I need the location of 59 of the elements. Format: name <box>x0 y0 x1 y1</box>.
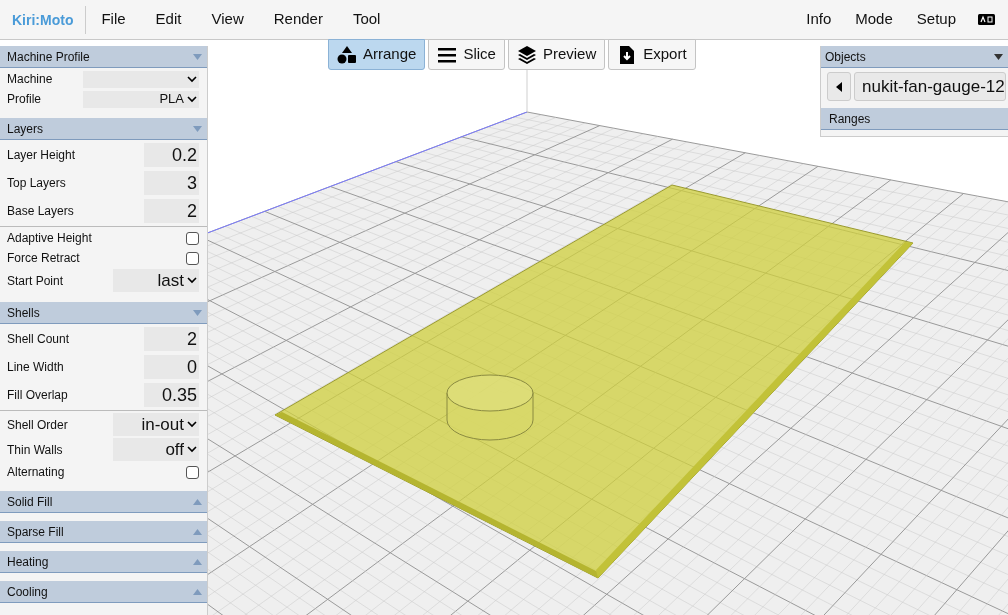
number-field[interactable]: 2 <box>144 327 199 351</box>
chevron-down-icon <box>187 421 197 428</box>
field-label: Thin Walls <box>7 441 63 459</box>
object-item[interactable]: nukit-fan-gauge-12 <box>854 72 1006 101</box>
chevron-down-icon <box>187 75 197 83</box>
number-field[interactable]: 0.35 <box>144 383 199 407</box>
dropdown[interactable]: PLA <box>83 90 199 108</box>
menu-item[interactable]: Tool <box>337 8 396 31</box>
field-label: Line Width <box>7 359 64 376</box>
number-field[interactable]: 2 <box>144 199 199 223</box>
previous-button[interactable] <box>827 72 851 101</box>
mode-button[interactable]: Arrange <box>328 39 426 70</box>
field-label: Machine <box>7 71 53 88</box>
section-header[interactable]: Machine Profile <box>0 46 207 68</box>
menu-item[interactable]: Setup <box>904 8 968 31</box>
section-header[interactable]: Objects <box>821 46 1008 68</box>
field-label: Base Layers <box>7 203 74 220</box>
menu-item[interactable]: File <box>86 8 141 31</box>
keyboard-icon[interactable] <box>978 14 995 25</box>
chevron-down-icon <box>187 95 197 103</box>
dropdown[interactable]: off <box>113 438 199 461</box>
field-label: Fill Overlap <box>7 387 68 404</box>
number-field[interactable]: 0 <box>144 355 199 379</box>
mode-button[interactable]: Preview <box>507 39 606 70</box>
section-header[interactable]: Cooling <box>0 581 207 603</box>
mode-button[interactable]: Slice <box>428 39 505 70</box>
left-arrow-icon <box>836 81 842 92</box>
field-label: Shell Order <box>7 416 68 434</box>
menu-item[interactable]: Mode <box>843 8 905 31</box>
number-field[interactable]: 3 <box>144 171 199 195</box>
section-header[interactable]: Heating <box>0 551 207 573</box>
menu-item[interactable]: Render <box>258 8 338 31</box>
menu-item[interactable]: Info <box>794 8 844 31</box>
checkbox[interactable] <box>186 231 199 245</box>
field-label: Profile <box>7 91 41 108</box>
section-header[interactable]: Ranges <box>821 108 1008 130</box>
section-header[interactable]: Sparse Fill <box>0 521 207 543</box>
section-header[interactable]: Shells <box>0 302 207 324</box>
section-header[interactable]: Layers <box>0 118 207 140</box>
dropdown[interactable]: last <box>113 269 199 292</box>
number-field[interactable]: 0.2 <box>144 143 199 167</box>
field-label: Adaptive Height <box>7 230 92 247</box>
menu-item[interactable]: Edit <box>140 8 197 31</box>
section-header[interactable]: Solid Fill <box>0 491 207 513</box>
chevron-down-icon <box>187 277 197 284</box>
dropdown[interactable]: in-out <box>113 413 199 436</box>
mode-button[interactable]: Export <box>608 39 696 70</box>
checkbox[interactable] <box>186 465 199 479</box>
layers-icon <box>516 44 537 65</box>
field-label: Top Layers <box>7 175 66 192</box>
field-label: Force Retract <box>7 250 80 267</box>
shapes-icon <box>337 44 357 65</box>
checkbox[interactable] <box>186 251 199 265</box>
menu-item[interactable]: View <box>196 8 259 31</box>
field-label: Start Point <box>7 272 64 290</box>
field-label: Layer Height <box>7 147 76 164</box>
field-label: Alternating <box>7 464 65 481</box>
chevron-down-icon <box>187 446 197 453</box>
field-label: Shell Count <box>7 331 70 348</box>
